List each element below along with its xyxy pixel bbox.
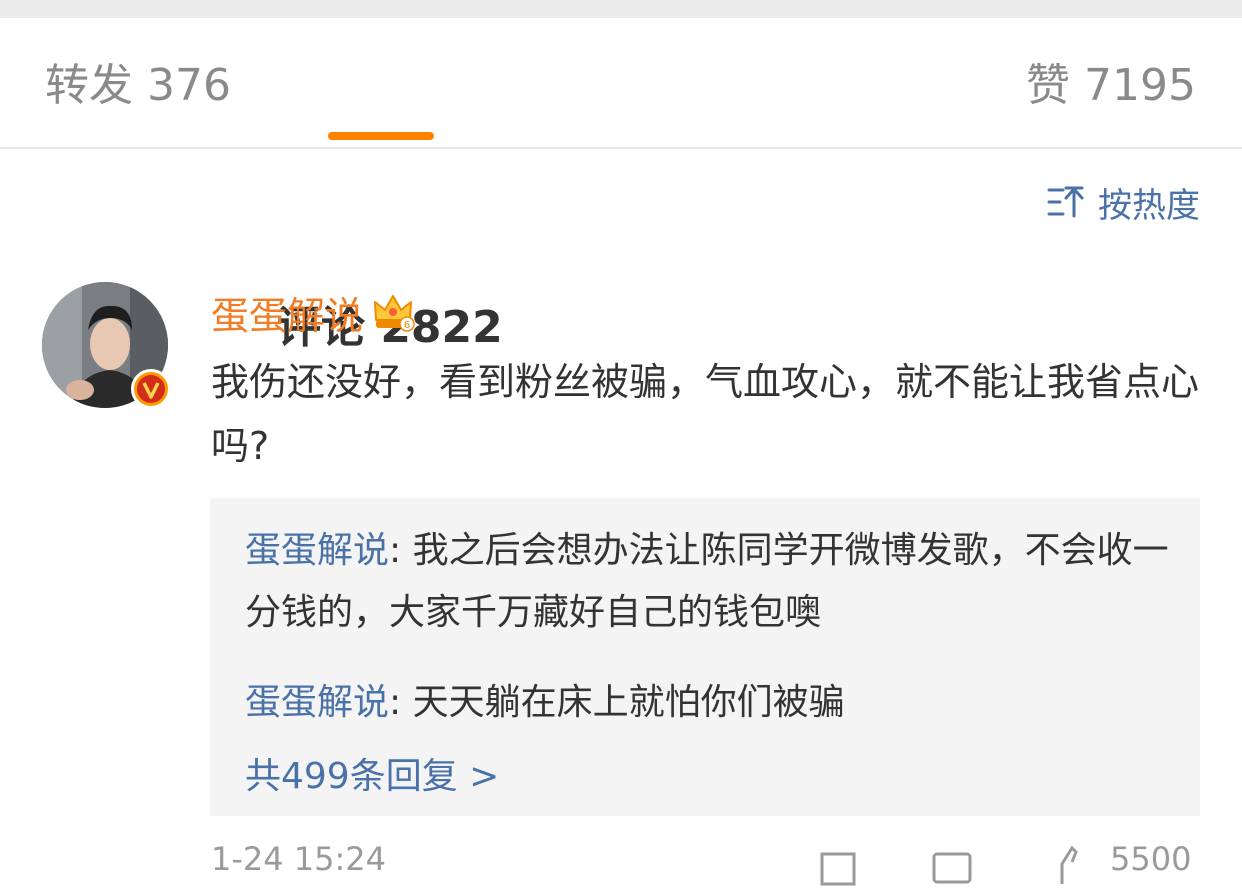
tab-like[interactable]: 赞 7195 [1026, 58, 1196, 114]
comment-icon[interactable] [930, 844, 974, 888]
reply-username[interactable]: 蛋蛋解说 [245, 682, 389, 723]
sort-button[interactable]: 按热度 [1046, 180, 1200, 226]
username-row: 蛋蛋解说 6 [211, 286, 415, 338]
verified-badge-icon [131, 369, 171, 409]
like-count: 5500 [1110, 840, 1192, 878]
top-strip [0, 0, 1242, 18]
comment-time: 1-24 15:24 [211, 840, 387, 878]
reply-box[interactable]: 蛋蛋解说: 我之后会想办法让陈同学开微博发歌，不会收一分钱的，大家千万藏好自己的… [210, 498, 1200, 816]
crown-badge-icon: 6 [374, 295, 415, 332]
sort-icon [1047, 186, 1084, 218]
svg-text:6: 6 [404, 320, 410, 331]
like-icon[interactable] [1052, 844, 1096, 888]
comment-meta: 1-24 15:24 5500 [0, 840, 1242, 886]
tab-repost[interactable]: 转发 376 [45, 58, 231, 114]
username[interactable]: 蛋蛋解说 [211, 285, 363, 340]
more-replies-link[interactable]: 共499条回复 > [245, 750, 499, 804]
avatar[interactable] [42, 282, 171, 410]
reply-username[interactable]: 蛋蛋解说 [245, 530, 389, 571]
reply-item: 蛋蛋解说: 天天躺在床上就怕你们被骗 [245, 672, 1175, 734]
reply-item: 蛋蛋解说: 我之后会想办法让陈同学开微博发歌，不会收一分钱的，大家千万藏好自己的… [245, 520, 1175, 644]
comment-text: 我伤还没好，看到粉丝被骗，气血攻心，就不能让我省点心吗? [211, 360, 1200, 468]
reply-text: : 天天躺在床上就怕你们被骗 [389, 682, 845, 723]
tab-comment[interactable]: 评论 2822 [277, 300, 1242, 356]
sort-label: 按热度 [1098, 185, 1200, 226]
share-icon[interactable] [818, 844, 862, 888]
tabs-bar: 转发 376 评论 2822 赞 7195 [0, 18, 1242, 353]
active-tab-indicator [328, 132, 434, 140]
